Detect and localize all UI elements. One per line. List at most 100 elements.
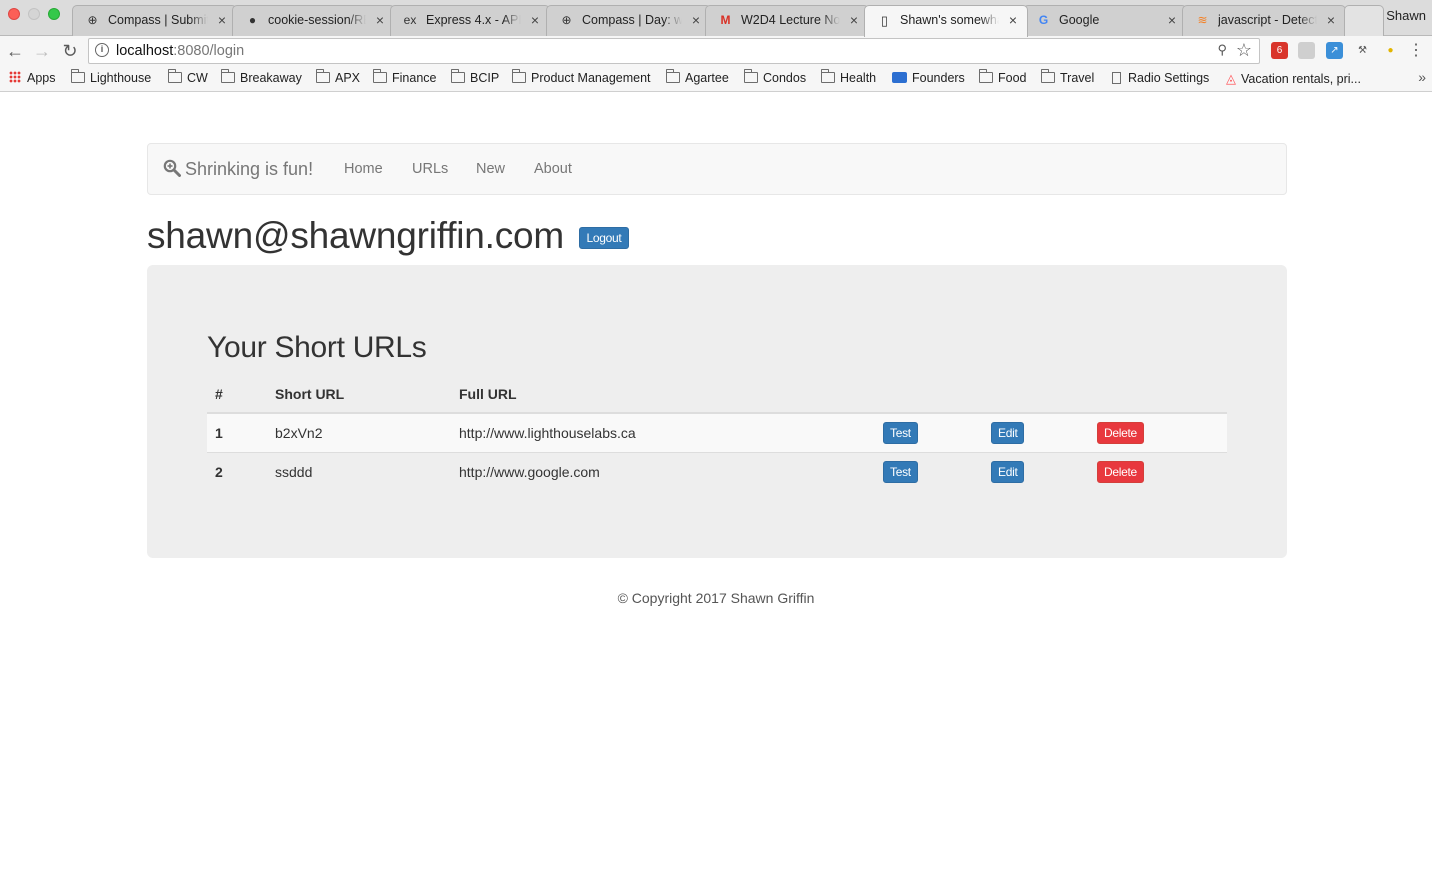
forward-arrow-icon[interactable]: → — [32, 40, 52, 62]
gmail-icon: M — [720, 13, 731, 27]
test-cell: Test — [875, 412, 983, 452]
key-icon[interactable]: ⚲ — [1217, 42, 1227, 58]
nav-about-link[interactable]: About — [534, 161, 572, 177]
bookmark-folder[interactable]: Travel — [1041, 69, 1094, 85]
close-tab-icon[interactable]: × — [692, 12, 700, 28]
close-tab-icon[interactable]: × — [1168, 12, 1176, 28]
extension-icon[interactable]: ⚒ — [1354, 42, 1371, 59]
bookmark-folder[interactable]: Breakaway — [221, 69, 302, 85]
window-close-icon[interactable] — [8, 8, 20, 20]
nav-new-link[interactable]: New — [476, 161, 505, 177]
table-header-row: # Short URL Full URL — [207, 373, 1227, 414]
delete-button[interactable]: Delete — [1097, 460, 1144, 483]
close-tab-icon[interactable]: × — [1327, 12, 1335, 28]
web-page: Shrinking is fun! Home URLs New About sh… — [0, 93, 1432, 892]
browser-tab[interactable]: M W2D4 Lecture No × — [705, 5, 869, 36]
browser-tab[interactable]: ⊕ Compass | Submit × — [72, 5, 237, 36]
bookmark-star-icon[interactable]: ☆ — [1236, 40, 1252, 61]
address-bar[interactable]: i localhost:8080/login ⚲ ☆ — [88, 38, 1260, 64]
bookmark-folder[interactable]: BCIP — [451, 69, 500, 85]
browser-tab[interactable]: ● cookie-session/RE × — [232, 5, 395, 36]
bookmark-label: Product Management — [531, 71, 651, 85]
tab-title: Shawn's somewha — [900, 13, 999, 27]
test-button[interactable]: Test — [883, 421, 918, 444]
folder-icon — [451, 69, 465, 83]
browser-tab[interactable]: ⊕ Compass | Day: w × — [546, 5, 711, 36]
airbnb-icon: ◬ — [1226, 71, 1236, 86]
bookmark-label: Lighthouse — [90, 71, 152, 85]
bookmark-label: Agartee — [685, 71, 729, 85]
back-arrow-icon[interactable]: ← — [5, 40, 25, 62]
nav-urls-link[interactable]: URLs — [412, 161, 448, 177]
logout-button[interactable]: Logout — [579, 227, 629, 249]
folder-icon — [979, 69, 993, 83]
info-icon[interactable]: i — [95, 43, 109, 57]
edit-cell: Edit — [983, 451, 1089, 491]
short-url: ssddd — [267, 451, 451, 491]
delete-button[interactable]: Delete — [1097, 421, 1144, 444]
bookmark-folder[interactable]: CW — [168, 69, 208, 85]
close-tab-icon[interactable]: × — [850, 12, 858, 28]
bookmark-founders[interactable]: Founders — [892, 71, 965, 85]
folder-icon — [821, 69, 835, 83]
bookmarks-bar: Apps Lighthouse CW Breakaway APX Finance… — [0, 66, 1432, 92]
bookmark-vacation-rentals[interactable]: ◬ Vacation rentals, pri... — [1226, 71, 1361, 87]
bookmark-folder[interactable]: Condos — [744, 69, 807, 85]
folder-icon — [168, 69, 182, 83]
bookmark-folder[interactable]: Agartee — [666, 69, 729, 85]
test-button[interactable]: Test — [883, 460, 918, 483]
window-minimize-icon[interactable] — [28, 8, 40, 20]
browser-tab[interactable]: ex Express 4.x - API × — [390, 5, 550, 36]
tab-title: Google — [1059, 13, 1158, 27]
edit-button[interactable]: Edit — [991, 421, 1025, 444]
window-zoom-icon[interactable] — [48, 8, 60, 20]
folder-icon — [316, 69, 330, 83]
column-header-delete — [1089, 373, 1227, 414]
close-tab-icon[interactable]: × — [218, 12, 226, 28]
bookmark-folder[interactable]: Finance — [373, 69, 436, 85]
short-url: b2xVn2 — [267, 412, 451, 452]
compass-icon: ⊕ — [87, 13, 98, 27]
new-tab-button[interactable] — [1344, 5, 1384, 36]
bookmark-label: Condos — [763, 71, 807, 85]
nav-home-link[interactable]: Home — [344, 161, 383, 177]
close-tab-icon[interactable]: × — [531, 12, 539, 28]
browser-tab[interactable]: ≋ javascript - Detect × — [1182, 5, 1346, 36]
page-icon: ▯ — [880, 13, 889, 28]
browser-menu-icon[interactable]: ⋮ — [1408, 41, 1424, 61]
founders-icon — [892, 72, 907, 83]
extension-icon[interactable]: ↗ — [1326, 42, 1343, 59]
compass-icon: ⊕ — [561, 13, 572, 27]
browser-tab[interactable]: G Google × — [1023, 5, 1187, 36]
bookmark-label: Health — [840, 71, 877, 85]
browser-toolbar: ← → ↻ i localhost:8080/login ⚲ ☆ 6 ↗ ⚒ ●… — [0, 36, 1432, 66]
reload-icon[interactable]: ↻ — [60, 40, 80, 62]
bookmark-label: Founders — [912, 71, 965, 85]
bookmarks-overflow-icon[interactable]: » — [1418, 69, 1426, 85]
delete-cell: Delete — [1089, 451, 1227, 491]
edit-button[interactable]: Edit — [991, 460, 1025, 483]
bookmark-folder[interactable]: Food — [979, 69, 1027, 85]
stackoverflow-icon: ≋ — [1197, 13, 1208, 27]
extension-icon[interactable]: 6 — [1271, 42, 1288, 59]
close-tab-icon[interactable]: × — [1009, 12, 1017, 28]
bookmark-radio-settings[interactable]: Radio Settings — [1112, 71, 1209, 85]
urls-panel: Your Short URLs # Short URL Full URL 1 b… — [147, 265, 1287, 558]
close-tab-icon[interactable]: × — [376, 12, 384, 28]
navbar-brand[interactable]: Shrinking is fun! — [163, 159, 313, 180]
bookmark-label: BCIP — [470, 71, 500, 85]
table-row: 1 b2xVn2 http://www.lighthouselabs.ca Te… — [207, 412, 1227, 452]
express-icon: ex — [403, 13, 417, 27]
folder-icon — [221, 69, 235, 83]
browser-tab-active[interactable]: ▯ Shawn's somewha × — [864, 5, 1028, 37]
bookmark-folder[interactable]: Health — [821, 69, 877, 85]
extension-icon[interactable] — [1298, 42, 1315, 59]
bookmark-folder[interactable]: Lighthouse — [71, 69, 152, 85]
row-number: 1 — [207, 412, 267, 452]
bookmark-label: Radio Settings — [1128, 71, 1210, 85]
bookmark-folder[interactable]: APX — [316, 69, 360, 85]
bookmark-folder[interactable]: Product Management — [512, 69, 651, 85]
bookmark-apps[interactable]: Apps — [9, 71, 56, 85]
extension-icon[interactable]: ● — [1382, 42, 1399, 59]
profile-name[interactable]: Shawn — [1386, 8, 1426, 23]
